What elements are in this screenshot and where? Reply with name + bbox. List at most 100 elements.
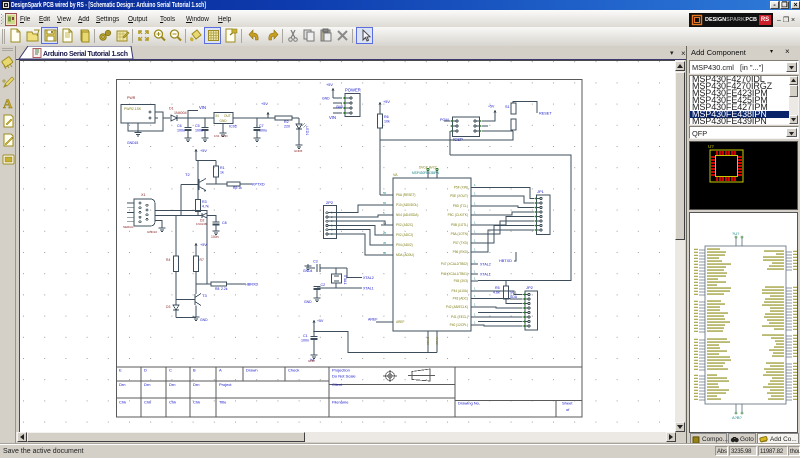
svg-text:Drn: Drn xyxy=(169,382,175,387)
svg-text:R9 1k: R9 1k xyxy=(233,186,242,190)
svg-text:Do Not Scale: Do Not Scale xyxy=(332,374,356,379)
svg-text:T3: T3 xyxy=(202,293,207,298)
svg-text:GND: GND xyxy=(220,119,228,123)
svg-text:Arduino Serial Tutorial 1.sch: Arduino Serial Tutorial 1.sch xyxy=(43,51,128,58)
svg-text:A: A xyxy=(3,96,13,111)
svg-text:P5E (XOUT): P5E (XOUT) xyxy=(450,194,468,198)
svg-text:P02 (ADC2): P02 (ADC2) xyxy=(396,233,413,237)
svg-text:PWR2.1SK: PWR2.1SK xyxy=(124,107,142,111)
svg-text:P6A (RESET): P6A (RESET) xyxy=(396,193,415,197)
svg-text:100u: 100u xyxy=(177,129,185,133)
svg-text:1N1: 1N1 xyxy=(214,134,220,138)
svg-text:P41 (EECL): P41 (EECL) xyxy=(451,315,468,319)
svg-text:+5V: +5V xyxy=(200,243,207,247)
svg-text:Chk: Chk xyxy=(119,400,126,405)
svg-text:P5D (TCL): P5D (TCL) xyxy=(453,204,468,208)
svg-text:R6: R6 xyxy=(384,115,389,119)
svg-text:C7: C7 xyxy=(259,124,264,128)
svg-text:▾: ▾ xyxy=(670,50,674,57)
svg-text:R3: R3 xyxy=(202,200,207,204)
svg-text:1N4148: 1N4148 xyxy=(196,222,207,226)
svg-text:S1: S1 xyxy=(505,105,510,109)
svg-text:Filename: Filename xyxy=(332,400,349,405)
svg-text:100u: 100u xyxy=(195,129,203,133)
svg-text:B: B xyxy=(193,368,196,373)
svg-text:Drn: Drn xyxy=(144,382,150,387)
svg-text:P04 (AD02): P04 (AD02) xyxy=(396,243,413,247)
svg-text:220: 220 xyxy=(284,125,290,129)
svg-text:4.7k: 4.7k xyxy=(202,205,209,209)
svg-text:P46 (XCAL1/TB01): P46 (XCAL1/TB01) xyxy=(441,272,468,276)
svg-text:R5: R5 xyxy=(495,286,500,290)
svg-text:A: A xyxy=(219,368,222,373)
svg-text:Drawn: Drawn xyxy=(246,368,258,373)
svg-text:D: D xyxy=(144,368,147,373)
svg-text:Title: Title xyxy=(219,400,227,405)
svg-text:2P2: 2P2 xyxy=(326,200,334,205)
svg-text:GND10: GND10 xyxy=(147,230,157,234)
svg-text:C6: C6 xyxy=(177,124,182,128)
svg-text:?U?: ?U? xyxy=(732,231,740,236)
svg-text:Chk: Chk xyxy=(193,400,200,405)
svg-text:P44 (A10A): P44 (A10A) xyxy=(452,289,468,293)
svg-text:GND: GND xyxy=(200,318,208,322)
svg-text:P10 (AD0/DOL): P10 (AD0/DOL) xyxy=(396,203,418,207)
svg-text:C5: C5 xyxy=(195,124,200,128)
svg-text:LED1: LED1 xyxy=(305,126,309,136)
svg-text:C2: C2 xyxy=(321,283,326,287)
svg-text:Projection: Projection xyxy=(332,368,350,373)
svg-text:XTAL1: XTAL1 xyxy=(343,275,347,285)
svg-text:+5V: +5V xyxy=(317,319,324,323)
svg-text:2.2k: 2.2k xyxy=(221,287,228,291)
svg-text:Drn: Drn xyxy=(193,382,199,387)
svg-text:XTAL2: XTAL2 xyxy=(480,263,491,267)
svg-text:VA: VA xyxy=(393,173,398,177)
svg-text:1k: 1k xyxy=(220,171,224,175)
svg-text:P45 (3V3): P45 (3V3) xyxy=(454,279,468,283)
svg-text:P56 (RXD): P56 (RXD) xyxy=(453,250,468,254)
svg-text:VIN: VIN xyxy=(329,115,336,120)
svg-text:JP1: JP1 xyxy=(537,189,545,194)
svg-text:P57 (TXD): P57 (TXD) xyxy=(453,241,468,245)
svg-text:D1: D1 xyxy=(169,107,174,111)
svg-text:Project: Project xyxy=(219,382,232,387)
svg-text:GND: GND xyxy=(304,300,312,304)
svg-text:P42 (AB/ECLK): P42 (AB/ECLK) xyxy=(446,305,468,309)
svg-text:45: 45 xyxy=(383,251,387,255)
svg-text:+5V: +5V xyxy=(326,83,333,87)
svg-text:HBRXD: HBRXD xyxy=(245,283,259,287)
svg-text:Chk: Chk xyxy=(169,400,176,405)
svg-text:HBTXD: HBTXD xyxy=(499,259,512,263)
svg-text:55: 55 xyxy=(383,191,387,195)
svg-text:IC02: IC02 xyxy=(229,125,237,129)
svg-text:GND: GND xyxy=(308,359,316,363)
svg-text:GND5: GND5 xyxy=(294,149,303,153)
svg-text:P5A (1OTN): P5A (1OTN) xyxy=(451,232,468,236)
svg-text:GND: GND xyxy=(336,105,344,109)
svg-text:+5V: +5V xyxy=(261,102,268,106)
svg-text:X1: X1 xyxy=(141,193,146,197)
svg-text:MSP430FE438IPN: MSP430FE438IPN xyxy=(412,171,440,175)
svg-text:R7: R7 xyxy=(200,258,204,262)
svg-text:DVSS: DVSS xyxy=(426,337,430,345)
svg-text:SDA: SDA xyxy=(510,295,518,299)
svg-text:10k: 10k xyxy=(384,120,390,124)
svg-text:P5B (1OTL): P5B (1OTL) xyxy=(451,223,468,227)
svg-text:XTAL1: XTAL1 xyxy=(363,287,374,291)
svg-text:RESET: RESET xyxy=(539,112,552,116)
svg-text:1N4004: 1N4004 xyxy=(174,111,187,115)
svg-text:POWER: POWER xyxy=(345,88,361,93)
svg-text:C: C xyxy=(169,368,172,373)
svg-text:R4: R4 xyxy=(166,258,170,262)
svg-text:65: 65 xyxy=(383,201,387,205)
svg-text:100u: 100u xyxy=(259,129,267,133)
svg-text:T2: T2 xyxy=(185,172,190,177)
svg-text:M0A (AD0U): M0A (AD0U) xyxy=(396,253,414,257)
svg-text:SERIAL: SERIAL xyxy=(123,225,134,229)
svg-text:PWR: PWR xyxy=(127,96,136,100)
svg-text:Sheet: Sheet xyxy=(562,401,573,406)
svg-text:KPTXD: KPTXD xyxy=(252,183,265,187)
svg-text:R2: R2 xyxy=(284,120,289,124)
svg-text:OUT: OUT xyxy=(224,114,231,118)
svg-text:P40 (12CPL): P40 (12CPL) xyxy=(450,323,468,327)
